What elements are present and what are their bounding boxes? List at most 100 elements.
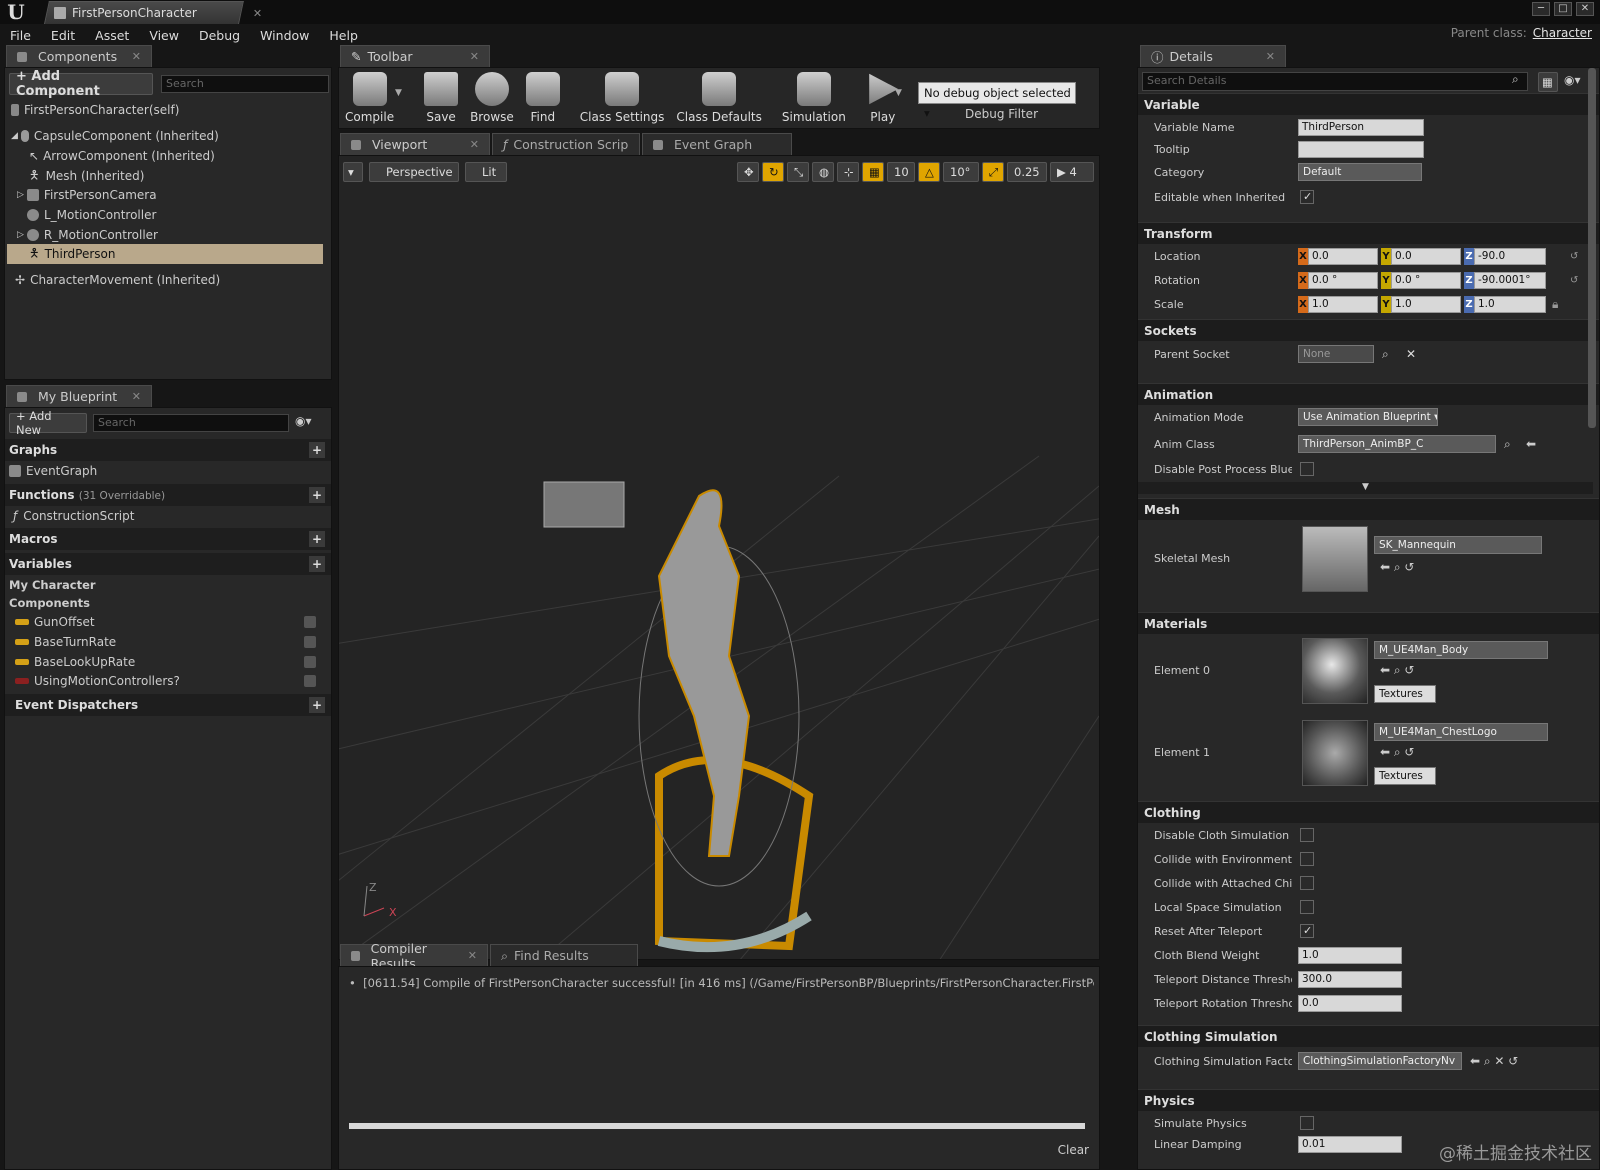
visibility-icon[interactable] xyxy=(304,675,316,687)
graph-eventgraph[interactable]: EventGraph xyxy=(9,461,97,481)
menu-debug[interactable]: Debug xyxy=(189,28,250,43)
section-animation[interactable]: Animation xyxy=(1138,383,1599,405)
parent-socket-value[interactable]: None xyxy=(1298,345,1374,363)
visibility-eye-icon[interactable]: ◉▾ xyxy=(1564,73,1581,87)
variable-row[interactable]: BaseLookUpRate xyxy=(15,652,321,672)
class-settings-button[interactable]: Class Settings xyxy=(574,70,671,126)
section-clothing[interactable]: Clothing xyxy=(1138,801,1599,823)
scale-z-input[interactable]: 1.0 xyxy=(1474,295,1546,313)
close-tab-icon[interactable]: ✕ xyxy=(253,7,262,20)
section-functions[interactable]: Functions (31 Overridable) + xyxy=(5,484,331,506)
property-matrix-icon[interactable]: ▦ xyxy=(1538,72,1558,92)
expand-arrow-icon[interactable]: ▷ xyxy=(17,230,24,240)
clear-button[interactable]: Clear xyxy=(1058,1143,1089,1157)
compile-log-entry[interactable]: • [0611.54] Compile of FirstPersonCharac… xyxy=(349,976,1094,990)
scale-y-input[interactable]: 1.0 xyxy=(1391,295,1461,313)
collide-env-checkbox[interactable] xyxy=(1300,852,1314,866)
component-r-motion[interactable]: ▷ R_MotionController xyxy=(17,225,158,245)
compile-options-arrow-icon[interactable]: ▼ xyxy=(395,88,402,98)
menu-window[interactable]: Window xyxy=(250,28,319,43)
local-space-checkbox[interactable] xyxy=(1300,900,1314,914)
component-arrow[interactable]: ↖ ArrowComponent (Inherited) xyxy=(29,146,215,166)
anim-class-dropdown[interactable]: ThirdPerson_AnimBP_C xyxy=(1298,435,1496,453)
add-new-button[interactable]: + Add New xyxy=(9,409,87,437)
collide-children-checkbox[interactable] xyxy=(1300,876,1314,890)
simulation-button[interactable]: Simulation xyxy=(776,70,852,126)
close-tab-icon[interactable]: ✕ xyxy=(468,949,477,962)
clothing-factory-actions-icon[interactable]: ⬅ ⌕ ✕ ↺ xyxy=(1470,1054,1518,1069)
close-window-button[interactable]: ✕ xyxy=(1576,2,1594,16)
scale-x-input[interactable]: 1.0 xyxy=(1308,295,1378,313)
scale-snap-value[interactable]: 0.25 xyxy=(1007,162,1047,182)
location-y-input[interactable]: 0.0 xyxy=(1391,247,1461,265)
add-dispatcher-button[interactable]: + xyxy=(309,697,325,713)
section-transform[interactable]: Transform xyxy=(1138,222,1599,244)
variable-name-input[interactable]: ThirdPerson xyxy=(1298,118,1424,136)
rotation-y-input[interactable]: 0.0 ° xyxy=(1391,271,1461,289)
close-tab-icon[interactable]: ✕ xyxy=(1266,50,1275,63)
tab-my-blueprint[interactable]: My Blueprint ✕ xyxy=(6,385,152,407)
tab-toolbar[interactable]: ✎ Toolbar ✕ xyxy=(340,45,490,67)
section-clothing-simulation[interactable]: Clothing Simulation xyxy=(1138,1025,1599,1047)
component-thirdperson[interactable]: 🯅 ThirdPerson xyxy=(7,244,323,264)
section-mesh[interactable]: Mesh xyxy=(1138,498,1599,520)
tab-event-graph[interactable]: Event Graph xyxy=(642,133,792,155)
class-defaults-button[interactable]: Class Defaults xyxy=(670,70,767,126)
advanced-expand-icon[interactable]: ▼ xyxy=(1138,482,1593,494)
linear-damping-input[interactable]: 0.01 xyxy=(1298,1135,1402,1153)
material-0-thumbnail[interactable] xyxy=(1302,638,1368,704)
viewport-options-button[interactable]: ▾ xyxy=(343,162,363,182)
material-0-actions-icon[interactable]: ⬅ ⌕ ↺ xyxy=(1380,663,1414,678)
details-search-input[interactable]: Search Details xyxy=(1142,72,1528,91)
add-variable-button[interactable]: + xyxy=(309,556,325,572)
animation-mode-dropdown[interactable]: Use Animation Blueprint ▾ xyxy=(1298,408,1438,426)
material-1-textures-button[interactable]: Textures xyxy=(1374,767,1436,785)
clothing-factory-dropdown[interactable]: ClothingSimulationFactoryNv xyxy=(1298,1052,1462,1070)
search-icon[interactable]: ⌕ xyxy=(1504,437,1511,452)
menu-view[interactable]: View xyxy=(139,28,189,43)
visibility-icon[interactable] xyxy=(304,636,316,648)
section-graphs[interactable]: Graphs + xyxy=(5,439,331,461)
disable-post-process-checkbox[interactable] xyxy=(1300,462,1314,476)
component-l-motion[interactable]: L_MotionController xyxy=(27,205,156,225)
play-options-arrow-icon[interactable]: ▼ xyxy=(895,88,902,98)
tab-viewport[interactable]: Viewport ✕ xyxy=(340,133,490,155)
tab-details[interactable]: ⓘ Details ✕ xyxy=(1140,45,1286,67)
debug-object-select[interactable]: No debug object selected ▾ xyxy=(918,82,1076,120)
variable-row[interactable]: GunOffset xyxy=(15,612,321,632)
details-scrollbar[interactable] xyxy=(1588,68,1596,428)
rotation-z-input[interactable]: -90.0001° xyxy=(1474,271,1546,289)
component-movement[interactable]: ✢ CharacterMovement (Inherited) xyxy=(15,270,220,290)
use-selected-arrow-icon[interactable]: ⬅ xyxy=(1526,437,1536,451)
add-macro-button[interactable]: + xyxy=(309,531,325,547)
component-camera[interactable]: ▷ FirstPersonCamera xyxy=(17,185,157,205)
skeletal-mesh-dropdown[interactable]: SK_Mannequin xyxy=(1374,536,1542,554)
category-my-character[interactable]: My Character xyxy=(9,575,96,595)
section-variable[interactable]: Variable xyxy=(1138,93,1599,115)
use-selected-arrow-icon[interactable]: ⬅ ⌕ ↺ xyxy=(1380,560,1414,575)
rotation-snap-value[interactable]: 10° xyxy=(943,162,979,182)
maximize-button[interactable]: □ xyxy=(1554,2,1572,16)
material-0-dropdown[interactable]: M_UE4Man_Body xyxy=(1374,641,1548,659)
viewport[interactable]: Z X ▾ Perspective Lit ✥ ↻ ⤡ ◍ ⊹ ▦ 10 △ 1… xyxy=(338,155,1100,960)
component-capsule[interactable]: ◢ CapsuleComponent (Inherited) xyxy=(11,126,219,146)
browse-button[interactable]: Browse xyxy=(464,70,520,126)
material-1-dropdown[interactable]: M_UE4Man_ChestLogo xyxy=(1374,723,1548,741)
perspective-button[interactable]: Perspective xyxy=(369,162,459,182)
tab-construction-script[interactable]: ƒ Construction Scrip xyxy=(492,133,640,155)
simulate-physics-checkbox[interactable] xyxy=(1300,1116,1314,1130)
world-icon[interactable]: ◍ xyxy=(812,162,834,182)
component-self[interactable]: FirstPersonCharacter(self) xyxy=(11,100,179,120)
rotate-icon[interactable]: ↻ xyxy=(762,162,784,182)
search-icon[interactable]: ⌕ xyxy=(1382,347,1389,362)
menu-help[interactable]: Help xyxy=(319,28,368,43)
horizontal-scrollbar[interactable] xyxy=(349,1123,1085,1129)
visibility-eye-icon[interactable]: ◉▾ xyxy=(295,414,312,428)
rotation-snap-icon[interactable]: △ xyxy=(918,162,940,182)
lit-button[interactable]: Lit xyxy=(465,162,507,182)
add-graph-button[interactable]: + xyxy=(309,442,325,458)
add-function-button[interactable]: + xyxy=(309,487,325,503)
save-button[interactable]: Save xyxy=(418,70,464,126)
find-button[interactable]: Find xyxy=(520,70,566,126)
collapse-arrow-icon[interactable]: ◢ xyxy=(11,131,18,141)
